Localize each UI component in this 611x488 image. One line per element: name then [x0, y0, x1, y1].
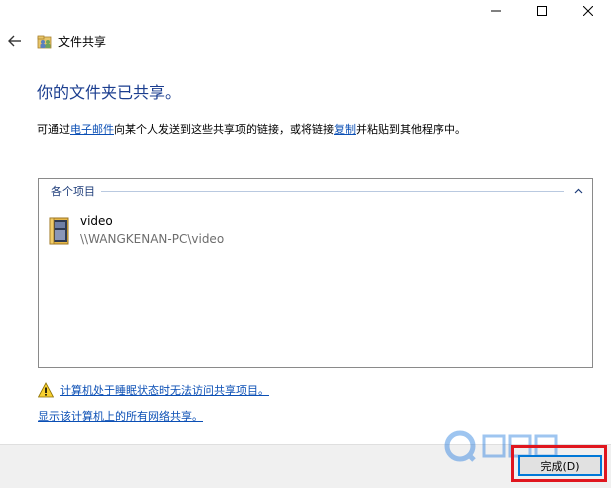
back-button[interactable]: [4, 31, 26, 51]
minimize-icon: [491, 10, 501, 12]
folder-icon: [49, 217, 69, 245]
share-description: 可通过电子邮件向某个人发送到这些共享项的链接，或将链接复制并粘贴到其他程序中。: [37, 122, 466, 138]
group-header[interactable]: 各个项目: [51, 184, 584, 198]
sleep-warning-link[interactable]: 计算机处于睡眠状态时无法访问共享项目。: [60, 382, 269, 398]
group-label: 各个项目: [51, 185, 95, 198]
network-shares-link[interactable]: 显示该计算机上的所有网络共享。: [38, 408, 203, 424]
wizard-title: 文件共享: [58, 35, 107, 49]
desc-part1: 可通过: [37, 123, 70, 136]
desc-part3: 并粘贴到其他程序中。: [356, 123, 466, 136]
shared-items-list[interactable]: 各个项目 video \\WANGKENAN-PC\video: [38, 178, 593, 368]
chevron-up-icon[interactable]: [572, 185, 584, 197]
item-name: video: [80, 214, 113, 228]
item-path: \\WANGKENAN-PC\video: [80, 232, 225, 246]
finish-button[interactable]: 完成(D): [518, 455, 602, 476]
close-icon: [583, 6, 593, 16]
group-divider: [101, 190, 564, 192]
email-link[interactable]: 电子邮件: [70, 123, 114, 136]
desc-part2: 向某个人发送到这些共享项的链接，或将链接: [114, 123, 334, 136]
minimize-button[interactable]: [473, 0, 519, 22]
close-button[interactable]: [565, 0, 611, 22]
page-heading: 你的文件夹已共享。: [37, 83, 182, 102]
maximize-button[interactable]: [519, 0, 565, 22]
warning-icon: [38, 382, 54, 398]
copy-link[interactable]: 复制: [334, 123, 356, 136]
back-arrow-icon: [8, 35, 21, 47]
list-item[interactable]: video \\WANGKENAN-PC\video: [49, 213, 309, 253]
file-sharing-icon: [37, 35, 52, 49]
sleep-warning: 计算机处于睡眠状态时无法访问共享项目。: [38, 381, 269, 399]
maximize-icon: [537, 6, 547, 16]
